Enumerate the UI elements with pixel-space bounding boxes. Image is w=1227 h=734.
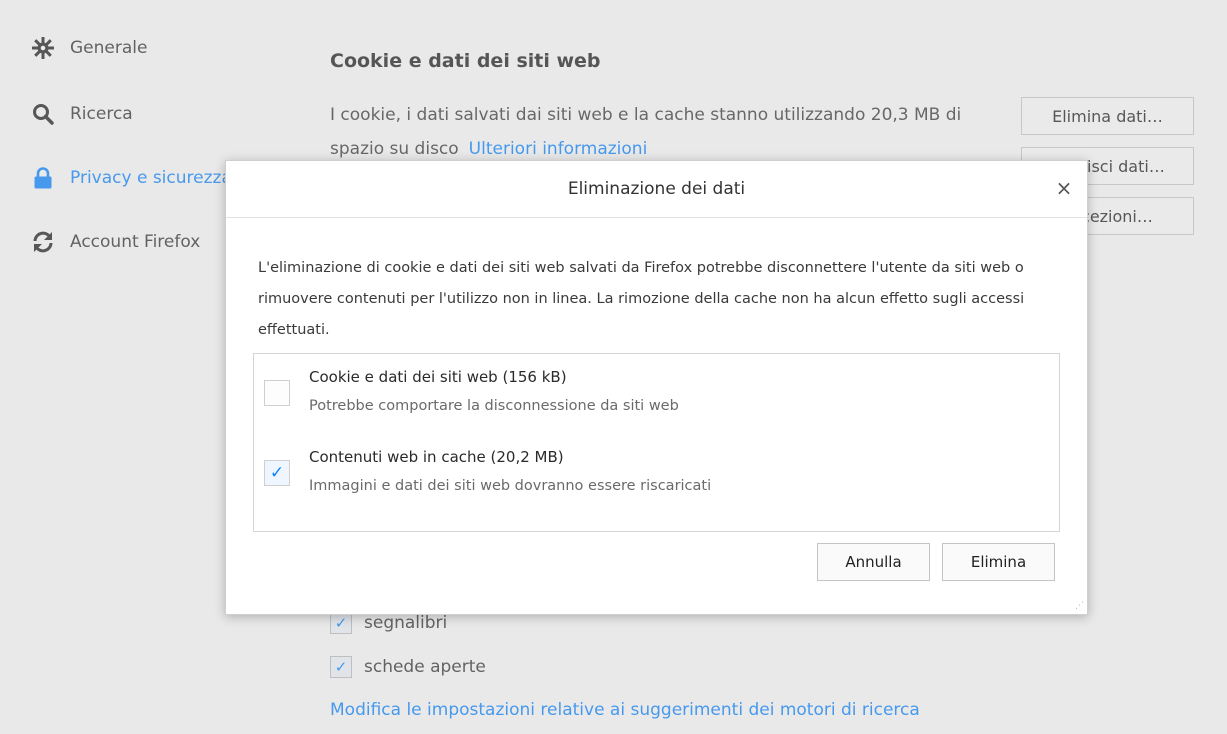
cache-checkbox[interactable]: ✓ [264,460,290,486]
options-list: Cookie e dati dei siti web (156 kB) Potr… [253,353,1060,532]
option-label: Contenuti web in cache (20,2 MB) [309,448,564,466]
option-label: Cookie e dati dei siti web (156 kB) [309,368,567,386]
dialog-header: Eliminazione dei dati × [226,161,1087,218]
close-icon[interactable]: × [1053,177,1075,199]
clear-data-dialog: Eliminazione dei dati × L'eliminazione d… [225,160,1088,615]
option-description: Potrebbe comportare la disconnessione da… [309,398,679,414]
cancel-button[interactable]: Annulla [817,543,930,581]
resize-grip-icon[interactable]: ⋰ [1074,601,1084,611]
delete-button[interactable]: Elimina [942,543,1055,581]
dialog-description: L'eliminazione di cookie e dati dei siti… [258,260,1025,338]
option-description: Immagini e dati dei siti web dovranno es… [309,478,712,494]
dialog-title: Eliminazione dei dati [567,179,746,199]
cookies-checkbox[interactable] [264,380,290,406]
